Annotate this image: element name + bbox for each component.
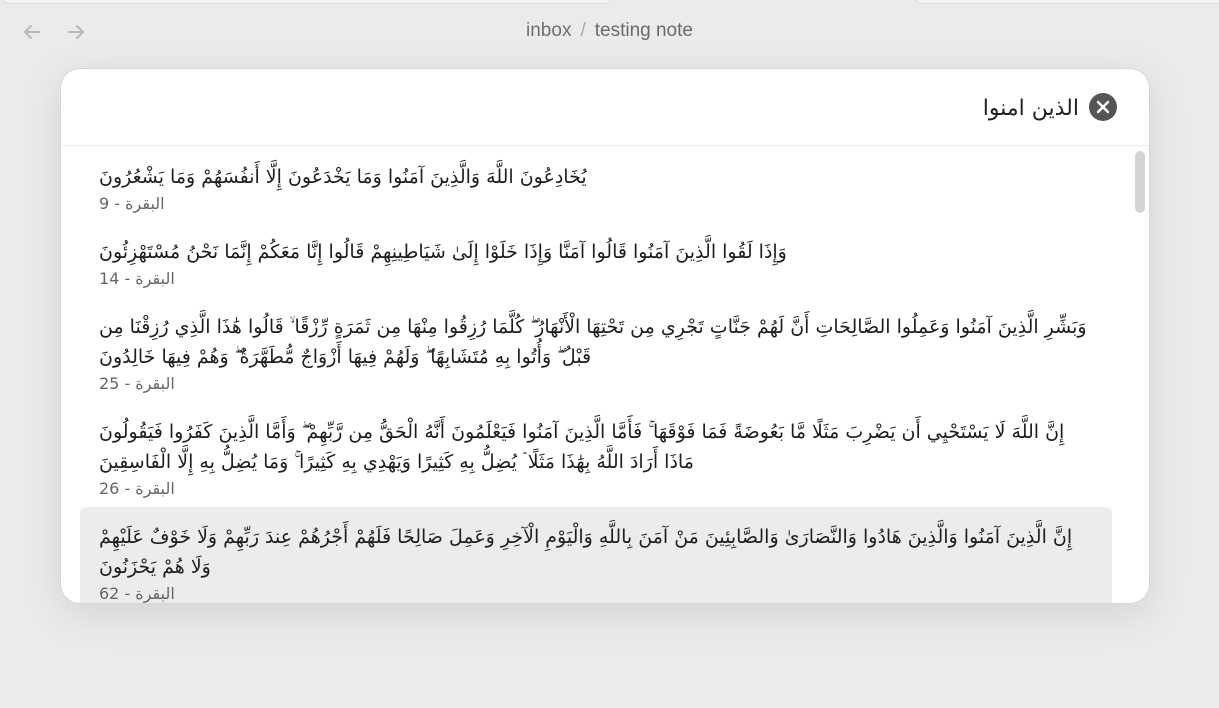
- background-tab-right: [913, 0, 1219, 4]
- result-item[interactable]: إِنَّ اللَّهَ لَا يَسْتَحْيِي أَن يَضْرِ…: [80, 402, 1112, 507]
- breadcrumb-parent[interactable]: inbox: [526, 20, 571, 42]
- background-tab: [0, 0, 614, 4]
- result-item[interactable]: يُخَادِعُونَ اللَّهَ وَالَّذِينَ آمَنُوا…: [80, 147, 1112, 222]
- search-results: يُخَادِعُونَ اللَّهَ وَالَّذِينَ آمَنُوا…: [61, 147, 1149, 603]
- result-reference: البقرة - 9: [99, 194, 165, 213]
- search-bar: [61, 69, 1149, 146]
- results-scrollbar[interactable]: [1135, 151, 1145, 213]
- breadcrumb-separator: /: [580, 20, 586, 41]
- clear-search-button[interactable]: [1089, 93, 1117, 121]
- result-item-selected[interactable]: إِنَّ الَّذِينَ آمَنُوا وَالَّذِينَ هَاد…: [80, 507, 1112, 603]
- search-input[interactable]: [101, 89, 1079, 127]
- result-verse: وَإِذَا لَقُوا الَّذِينَ آمَنُوا قَالُوا…: [99, 241, 787, 263]
- result-reference: البقرة - 25: [99, 374, 175, 393]
- result-reference: البقرة - 62: [99, 584, 175, 603]
- result-verse: يُخَادِعُونَ اللَّهَ وَالَّذِينَ آمَنُوا…: [99, 166, 587, 188]
- close-circle-icon: [1096, 100, 1110, 114]
- result-item[interactable]: وَإِذَا لَقُوا الَّذِينَ آمَنُوا قَالُوا…: [80, 222, 1112, 297]
- result-verse: إِنَّ اللَّهَ لَا يَسْتَحْيِي أَن يَضْرِ…: [99, 421, 1065, 473]
- result-reference: البقرة - 14: [99, 269, 175, 288]
- result-item[interactable]: وَبَشِّرِ الَّذِينَ آمَنُوا وَعَمِلُوا ا…: [80, 297, 1112, 402]
- result-verse: إِنَّ الَّذِينَ آمَنُوا وَالَّذِينَ هَاد…: [99, 526, 1073, 578]
- breadcrumb-current[interactable]: testing note: [595, 20, 693, 42]
- result-reference: البقرة - 26: [99, 479, 175, 498]
- breadcrumb: inbox / testing note: [0, 20, 1219, 42]
- result-verse: وَبَشِّرِ الَّذِينَ آمَنُوا وَعَمِلُوا ا…: [99, 316, 1087, 368]
- search-modal: يُخَادِعُونَ اللَّهَ وَالَّذِينَ آمَنُوا…: [60, 68, 1150, 604]
